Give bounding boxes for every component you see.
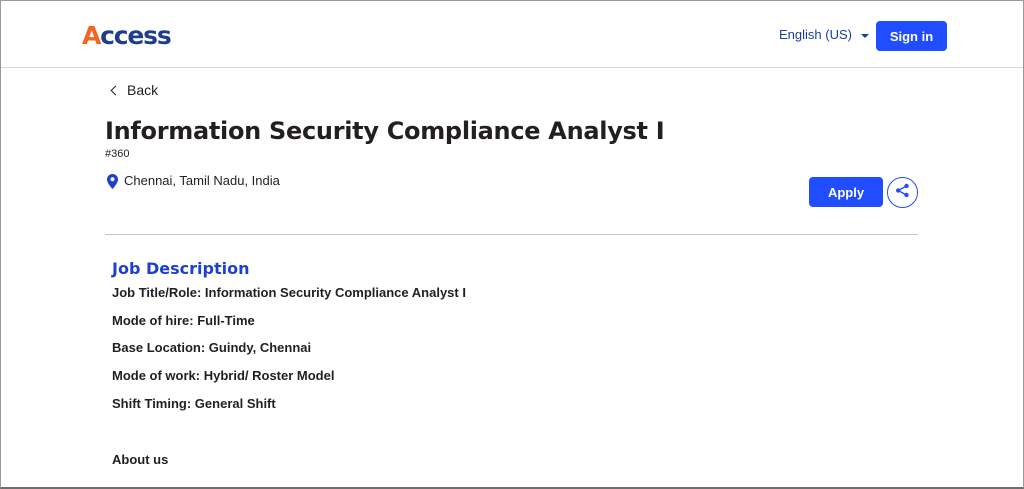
- job-location: Chennai, Tamil Nadu, India: [107, 173, 280, 189]
- page: Access English (US) Sign in Back Informa…: [0, 0, 1024, 489]
- language-selector[interactable]: English (US): [779, 27, 869, 43]
- mode-of-work-line: Mode of work: Hybrid/ Roster Model: [112, 368, 335, 383]
- shift-timing-line: Shift Timing: General Shift: [112, 396, 276, 411]
- caret-down-icon: [860, 33, 869, 38]
- share-icon: [895, 183, 910, 203]
- share-button[interactable]: [887, 177, 918, 208]
- back-label: Back: [127, 82, 159, 98]
- apply-button[interactable]: Apply: [809, 177, 883, 207]
- location-text: Chennai, Tamil Nadu, India: [124, 173, 280, 188]
- back-link[interactable]: Back: [109, 81, 158, 99]
- about-us-heading: About us: [112, 452, 169, 467]
- mode-of-hire-line: Mode of hire: Full-Time: [112, 313, 255, 328]
- job-description-heading: Job Description: [112, 259, 250, 278]
- map-pin-icon: [107, 173, 118, 189]
- job-title-role-line: Job Title/Role: Information Security Com…: [112, 285, 466, 300]
- job-title: Information Security Compliance Analyst …: [105, 117, 665, 145]
- sign-in-button[interactable]: Sign in: [876, 21, 947, 51]
- section-divider: [105, 234, 918, 235]
- base-location-line: Base Location: Guindy, Chennai: [112, 340, 312, 355]
- language-label: English (US): [779, 27, 852, 42]
- chevron-left-icon: [110, 85, 121, 95]
- access-logo[interactable]: Access: [82, 21, 172, 51]
- logo-letter-a: A: [82, 21, 101, 50]
- logo-wordmark: ccess: [100, 21, 172, 50]
- job-id: #360: [105, 148, 130, 160]
- top-header: Access English (US) Sign in: [1, 1, 1023, 68]
